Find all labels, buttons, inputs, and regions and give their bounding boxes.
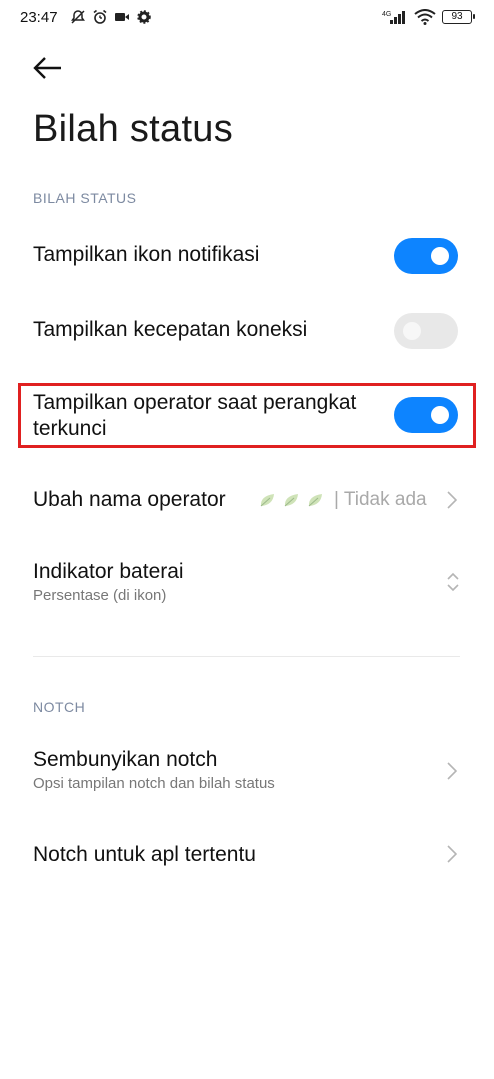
- chevron-right-icon: [447, 845, 457, 863]
- video-camera-icon: [115, 13, 129, 21]
- leaf-icon: [260, 494, 274, 507]
- back-arrow-icon[interactable]: [32, 54, 64, 82]
- battery-level: 93: [451, 11, 463, 22]
- row-title: Sembunyikan notch: [33, 748, 218, 771]
- toggle-knob: [431, 247, 449, 265]
- divider: [33, 656, 460, 657]
- status-left-icons: [70, 9, 152, 25]
- toggle-knob: [431, 406, 449, 424]
- section-label-notch: NOTCH: [33, 699, 86, 715]
- network-type: 4G: [382, 11, 391, 18]
- battery-icon: 93: [442, 10, 475, 24]
- row-subtitle: Opsi tampilan notch dan bilah status: [33, 775, 275, 792]
- notification-icons-toggle[interactable]: [394, 238, 458, 274]
- toggle-knob: [403, 322, 421, 340]
- page-title: Bilah status: [33, 108, 234, 150]
- connection-speed-toggle[interactable]: [394, 313, 458, 349]
- section-label-status: BILAH STATUS: [33, 190, 137, 206]
- status-time: 23:47: [20, 9, 58, 26]
- row-title-line1: Tampilkan operator saat perangkat: [33, 391, 357, 414]
- leaf-icon: [308, 494, 322, 507]
- row-battery-indicator[interactable]: Indikator baterai Persentase (di ikon): [0, 556, 494, 612]
- chevron-right-icon: [447, 491, 457, 509]
- row-title: Indikator baterai: [33, 560, 184, 583]
- gear-icon: [137, 10, 151, 24]
- signal-4g-icon: 4G: [382, 11, 405, 24]
- row-subtitle: Persentase (di ikon): [33, 587, 167, 604]
- row-title: Ubah nama operator: [33, 488, 226, 511]
- row-title: Tampilkan kecepatan koneksi: [33, 318, 308, 341]
- row-title-line2: terkunci: [33, 417, 107, 440]
- operator-locked-toggle[interactable]: [394, 397, 458, 433]
- row-connection-speed[interactable]: Tampilkan kecepatan koneksi: [0, 307, 494, 357]
- operator-value-text: | Tidak ada: [334, 489, 427, 510]
- row-title: Notch untuk apl tertentu: [33, 843, 256, 866]
- bell-off-icon: [71, 10, 85, 24]
- leaf-icon: [284, 494, 298, 507]
- operator-value: | Tidak ada: [258, 489, 427, 511]
- row-title: Tampilkan ikon notifikasi: [33, 243, 260, 266]
- row-operator-locked[interactable]: Tampilkan operator saat perangkat terkun…: [0, 386, 494, 446]
- row-notification-icons[interactable]: Tampilkan ikon notifikasi: [0, 232, 494, 282]
- chevron-up-down-icon: [447, 572, 459, 592]
- row-notch-apps[interactable]: Notch untuk apl tertentu: [0, 835, 494, 879]
- status-right-icons: 4G 93: [382, 9, 475, 25]
- row-hide-notch[interactable]: Sembunyikan notch Opsi tampilan notch da…: [0, 744, 494, 800]
- status-bar: 23:47 4G 93: [0, 0, 494, 36]
- alarm-icon: [93, 9, 107, 24]
- chevron-right-icon: [447, 762, 457, 780]
- wifi-icon: [414, 9, 436, 25]
